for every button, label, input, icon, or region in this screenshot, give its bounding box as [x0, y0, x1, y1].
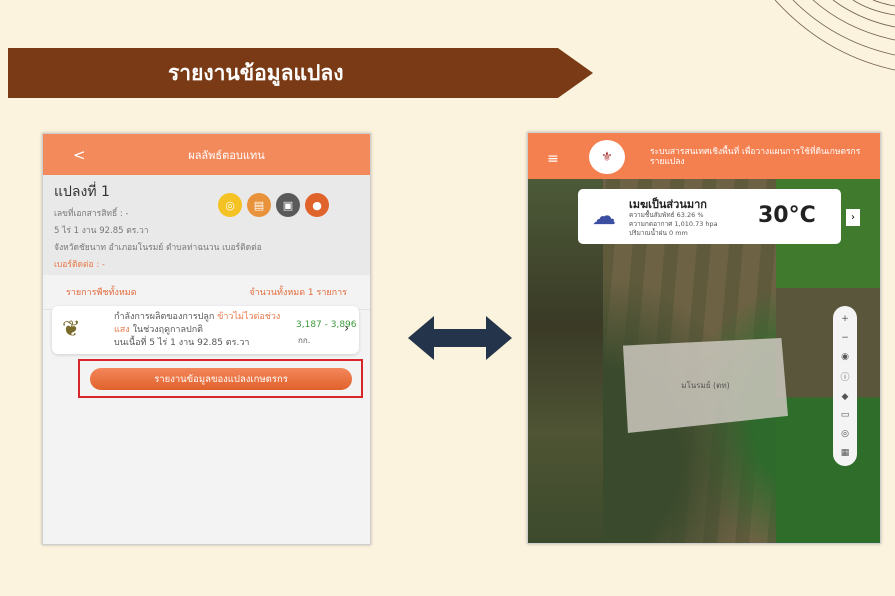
yield-unit: กก. [298, 336, 311, 345]
crop-line2: ในช่วงฤดูกาลปกติ [129, 325, 203, 335]
map-header: ≡ ⚜ ระบบสารสนเทศเชิงพื้นที่ เพื่อวางแผนก… [528, 133, 880, 179]
info-button[interactable]: ⓘ [840, 370, 849, 383]
plant-tabs: รายการพืชทั้งหมด จำนวนทั้งหมด 1 รายการ [43, 275, 370, 310]
crop-card[interactable]: ❦ กำลังการผลิตของการปลูก ข้าวไม่ไวต่อช่ว… [52, 306, 359, 354]
cloud-rain-icon: ☁ [592, 202, 616, 230]
basemap-button[interactable]: ▭ [841, 410, 850, 420]
crop-line3: บนเนื้อที่ 5 ไร่ 1 งาน 92.85 ตร.วา [114, 338, 250, 348]
decorative-arcs [774, 0, 895, 71]
returns-header: < ผลลัพธ์ตอบแทน [43, 134, 370, 175]
returns-screen: < ผลลัพธ์ตอบแทน แปลงที่ 1 เลขที่เอกสารสิ… [42, 133, 371, 545]
weather-next-button[interactable]: › [846, 209, 860, 226]
locate-button[interactable]: ◉ [841, 352, 849, 362]
zoom-in-button[interactable]: + [841, 314, 849, 324]
plot-phone: เบอร์ติดต่อ : - [54, 260, 105, 270]
crop-description: กำลังการผลิตของการปลูก ข้าวไม่ไวต่อช่วงแ… [114, 311, 284, 350]
parcel-label: มโนรมย์ (ตท) [681, 381, 730, 390]
plot-location: จังหวัดชัยนาท อำเภอมโนรมย์ ตำบลท่าฉนวน เ… [54, 243, 262, 253]
double-arrow-icon [408, 316, 512, 360]
menu-icon[interactable]: ≡ [547, 151, 559, 167]
plot-info: แปลงที่ 1 เลขที่เอกสารสิทธิ์ : - 5 ไร่ 1… [43, 175, 370, 275]
tab-all-plants[interactable]: รายการพืชทั้งหมด [66, 285, 137, 299]
plot-area: 5 ไร่ 1 งาน 92.85 ตร.วา [54, 226, 149, 236]
banner-title: รายงานข้อมูลแปลง [168, 60, 344, 85]
map-screen: ≡ ⚜ ระบบสารสนเทศเชิงพื้นที่ เพื่อวางแผนก… [527, 132, 881, 544]
rice-plant-icon: ❦ [62, 317, 81, 342]
temperature: 30°C [758, 203, 816, 228]
back-button[interactable]: < [73, 146, 86, 164]
agency-logo: ⚜ [589, 140, 625, 174]
header-title: ผลลัพธ์ตอบแทน [188, 148, 265, 162]
parcel-polygon[interactable]: มโนรมย์ (ตท) [623, 338, 788, 433]
document-icon[interactable]: ▤ [247, 193, 271, 217]
weather-card: ☁ เมฆเป็นส่วนมาก ความชื้นสัมพัทธ์ 63.26 … [578, 189, 841, 244]
chevron-right-icon[interactable]: › [344, 321, 349, 335]
grid-button[interactable]: ▦ [841, 448, 850, 458]
plant-count: จำนวนทั้งหมด 1 รายการ [249, 288, 347, 298]
table-icon[interactable]: ▣ [276, 193, 300, 217]
map-toolbar: + − ◉ ⓘ ◆ ▭ ◎ ▦ [833, 306, 857, 466]
rainfall: ปริมาณน้ำฝน 0 mm [629, 229, 688, 237]
map-pin-icon[interactable]: ● [305, 193, 329, 217]
app-title: ระบบสารสนเทศเชิงพื้นที่ เพื่อวางแผนการใช… [650, 147, 861, 167]
compass-button[interactable]: ◎ [841, 429, 849, 439]
coins-icon[interactable]: ◎ [218, 193, 242, 217]
zoom-out-button[interactable]: − [841, 333, 849, 343]
crop-line1: กำลังการผลิตของการปลูก [114, 312, 218, 322]
farmer-report-button[interactable]: รายงานข้อมูลของแปลงเกษตรกร [90, 368, 352, 390]
section-banner: รายงานข้อมูลแปลง [8, 48, 593, 98]
layers-button[interactable]: ◆ [842, 392, 849, 402]
